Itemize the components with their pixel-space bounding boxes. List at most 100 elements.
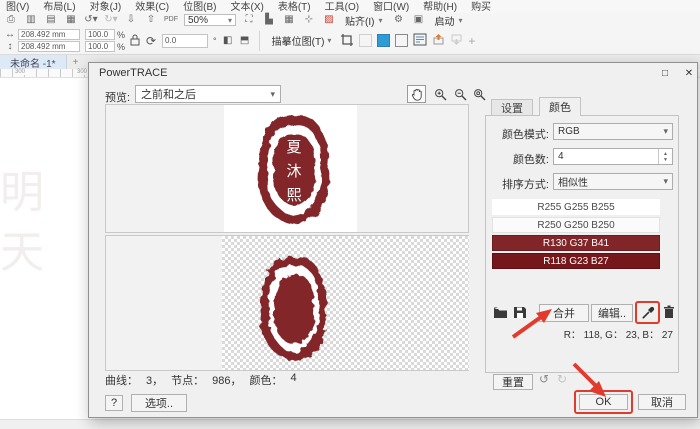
launch-window-icon[interactable]: ▣	[411, 14, 425, 26]
trace-bitmap-button[interactable]: 描摹位图(T)	[268, 32, 336, 50]
menu-item-bitmaps[interactable]: 位图(B)	[183, 0, 216, 13]
close-button[interactable]: ✕	[679, 66, 699, 81]
wrap-text-icon[interactable]	[413, 33, 427, 48]
app-status-bar	[0, 419, 700, 429]
resample-icon[interactable]	[377, 34, 391, 47]
rotation-field[interactable]: 0.0	[162, 33, 209, 48]
color-swatch[interactable]: R250 G250 B250	[492, 217, 660, 233]
preview-before-pane[interactable]: 夏 沐 熙	[105, 104, 469, 233]
tab-colors[interactable]: 颜色	[539, 97, 581, 116]
export-icon[interactable]: ⇧	[144, 14, 158, 26]
dialog-undo-icon[interactable]: ↺	[539, 372, 549, 386]
menu-item-table[interactable]: 表格(T)	[278, 0, 311, 13]
color-swatch-list: R255 G255 B255 R250 G250 B250 R130 G37 B…	[492, 199, 660, 271]
merge-button[interactable]: 合并	[539, 304, 589, 322]
grid-icon[interactable]: ▦	[282, 14, 296, 26]
color-mode-label: 颜色模式:	[501, 129, 549, 141]
preview-after-pane[interactable]	[105, 235, 469, 371]
curves-label: 曲线：	[105, 375, 138, 387]
percent-label: %	[117, 29, 126, 40]
paste-icon[interactable]: ▦	[64, 14, 78, 26]
menu-item-help[interactable]: 帮助(H)	[423, 0, 457, 13]
degree-label: °	[213, 35, 217, 46]
document-tab[interactable]: 未命名 -1*	[0, 55, 67, 70]
color-count-stepper[interactable]: 4 ▲ ▼	[553, 148, 673, 165]
colors-label: 颜色：	[249, 375, 283, 387]
fullscreen-icon[interactable]: ⛶	[242, 14, 256, 26]
launch-select[interactable]: 启动	[431, 14, 465, 28]
zoom-out-icon[interactable]	[451, 85, 470, 103]
mirror-vertical-icon[interactable]: ⬒	[239, 35, 251, 46]
order-back-icon[interactable]	[450, 33, 463, 48]
lock-ratio-icon[interactable]	[130, 34, 140, 48]
new-document-tab-button[interactable]: +	[67, 55, 85, 69]
color-mode-select[interactable]: RGB	[553, 123, 673, 140]
scale-x-field[interactable]: 100.0	[85, 29, 115, 40]
stepper-arrows[interactable]: ▲ ▼	[658, 149, 672, 164]
percent-label: %	[117, 41, 126, 52]
frame-icon[interactable]	[395, 34, 409, 47]
redo-icon[interactable]: ↻▾	[104, 14, 118, 26]
mirror-horizontal-icon[interactable]: ◧	[222, 35, 234, 46]
preview-mode-select[interactable]: 之前和之后	[135, 85, 281, 103]
traced-stamp-image	[260, 256, 327, 361]
object-width-field[interactable]: 208.492 mm	[18, 29, 80, 40]
delete-color-icon[interactable]	[663, 305, 677, 321]
copy-icon[interactable]: ▤	[44, 14, 58, 26]
menu-item[interactable]: 图(V)	[6, 0, 29, 13]
scale-y-field[interactable]: 100.0	[85, 41, 115, 52]
menu-item-tools[interactable]: 工具(O)	[325, 0, 359, 13]
order-front-icon[interactable]	[432, 33, 445, 48]
import-icon[interactable]: ⇩	[124, 14, 138, 26]
add-tool-plus[interactable]: +	[468, 34, 475, 48]
nodes-label: 节点：	[171, 375, 205, 387]
object-width-icon: ↔	[5, 29, 15, 40]
zoom-in-icon[interactable]	[431, 85, 450, 103]
ok-button[interactable]: OK	[579, 394, 628, 410]
snap-to-select[interactable]: 贴齐(I)	[342, 14, 385, 28]
object-height-field[interactable]: 208.492 mm	[18, 41, 80, 52]
menu-item-text[interactable]: 文本(X)	[230, 0, 263, 13]
menu-item-object[interactable]: 对象(J)	[90, 0, 122, 13]
maximize-button[interactable]: □	[655, 66, 675, 81]
cancel-button[interactable]: 取消	[638, 394, 686, 410]
color-swatch[interactable]: R255 G255 B255	[492, 199, 660, 215]
undo-icon[interactable]: ↺▾	[84, 14, 98, 26]
dialog-title: PowerTRACE	[99, 67, 168, 79]
zoom-level-select[interactable]: 50%	[184, 14, 236, 26]
dialog-redo-icon[interactable]: ↻	[557, 372, 567, 386]
standard-toolbar: ⎙ ▥ ▤ ▦ ↺▾ ↻▾ ⇩ ⇧ PDF 50% ⛶ ▙ ▦ ⊹ ▨ 贴齐(I…	[0, 13, 700, 28]
eyedropper-icon[interactable]	[641, 306, 655, 320]
menu-item-effects[interactable]: 效果(C)	[135, 0, 169, 13]
tab-settings[interactable]: 设置	[491, 99, 533, 116]
svg-text:夏: 夏	[286, 138, 301, 156]
pan-hand-icon[interactable]	[407, 85, 426, 103]
options-gear-icon[interactable]: ⚙	[391, 14, 405, 26]
snap-off-icon[interactable]: ▨	[322, 14, 336, 26]
print-icon[interactable]: ⎙	[4, 14, 18, 26]
rulers-icon[interactable]: ▙	[262, 14, 276, 26]
edit-button[interactable]: 编辑..	[591, 304, 633, 322]
cut-icon[interactable]: ▥	[24, 14, 38, 26]
menu-item-window[interactable]: 窗口(W)	[373, 0, 409, 13]
menu-item-buy[interactable]: 购买	[471, 0, 491, 13]
options-button[interactable]: 选项..	[131, 394, 187, 412]
sort-order-select[interactable]: 相似性	[553, 173, 673, 190]
pdf-icon[interactable]: PDF	[164, 14, 178, 26]
save-palette-icon[interactable]	[513, 306, 529, 322]
color-swatch-selected[interactable]: R118 G23 B27	[492, 253, 660, 269]
edit-bitmap-icon[interactable]	[359, 34, 373, 47]
property-bar: ↔ 208.492 mm ↕ 208.492 mm 100.0 % 100.0 …	[0, 27, 700, 55]
color-swatch[interactable]: R130 G37 B41	[492, 235, 660, 251]
svg-text:熙: 熙	[286, 186, 301, 204]
object-height-icon: ↕	[7, 41, 13, 52]
menu-item-layout[interactable]: 布局(L)	[43, 0, 75, 13]
help-button[interactable]: ?	[105, 395, 123, 411]
crop-icon[interactable]	[340, 33, 354, 49]
reset-button[interactable]: 重置	[493, 374, 533, 390]
zoom-fit-icon[interactable]	[470, 85, 489, 103]
guidelines-icon[interactable]: ⊹	[302, 14, 316, 26]
ruler-mark: 300	[14, 69, 27, 75]
open-palette-icon[interactable]	[493, 306, 509, 322]
colors-value: 4	[290, 372, 297, 384]
